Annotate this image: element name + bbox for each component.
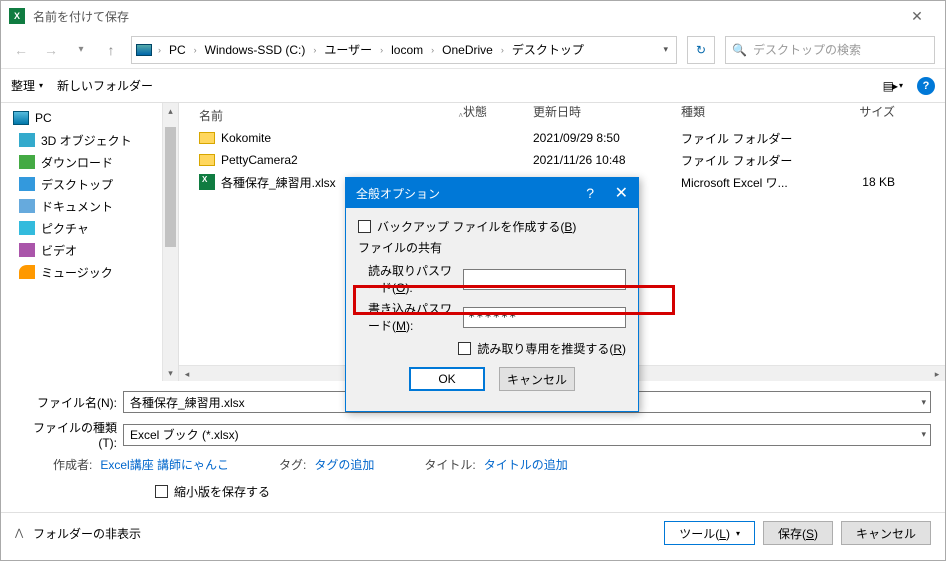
write-password-input[interactable] <box>463 307 626 328</box>
write-password-label: 書き込みパスワード(M): <box>368 300 457 334</box>
picture-icon <box>19 221 35 235</box>
forward-icon: → <box>41 42 61 58</box>
scroll-left-icon[interactable]: ◂ <box>179 366 195 381</box>
expand-icon[interactable]: ⋀ <box>15 528 27 539</box>
col-name[interactable]: 名前˄ <box>199 103 463 127</box>
checkbox-icon <box>458 342 471 355</box>
tree-documents[interactable]: ドキュメント <box>1 195 178 217</box>
cancel-button[interactable]: キャンセル <box>499 367 575 391</box>
pc-icon <box>136 44 152 56</box>
recent-icon[interactable]: ▾ <box>71 44 91 55</box>
document-icon <box>19 199 35 213</box>
search-placeholder: デスクトップの検索 <box>753 41 861 58</box>
chevron-down-icon[interactable]: ▾ <box>921 429 926 440</box>
tree-music[interactable]: ミュージック <box>1 261 178 283</box>
filename-label: ファイル名(N): <box>15 394 123 411</box>
new-folder-button[interactable]: 新しいフォルダー <box>57 77 153 94</box>
file-share-header: ファイルの共有 <box>358 239 626 256</box>
bc-2[interactable]: ユーザー <box>322 41 374 58</box>
file-row[interactable]: Kokomite 2021/09/29 8:50 ファイル フォルダー <box>179 127 945 149</box>
checkbox-icon <box>155 485 168 498</box>
chevron-down-icon[interactable]: ▾ <box>921 397 926 408</box>
folder-icon <box>199 132 215 144</box>
general-options-dialog: 全般オプション ? ✕ バックアップ ファイルを作成する(B) ファイルの共有 … <box>345 177 639 412</box>
download-icon <box>19 155 35 169</box>
read-password-label: 読み取りパスワード(O): <box>368 262 457 296</box>
col-status[interactable]: 状態 <box>463 103 533 127</box>
music-icon <box>19 265 35 279</box>
folder-tree: PC 3D オブジェクト ダウンロード デスクトップ ドキュメント ピクチャ ビ… <box>1 103 179 381</box>
col-size[interactable]: サイズ <box>825 103 905 127</box>
bc-4[interactable]: OneDrive <box>440 43 495 57</box>
bc-0[interactable]: PC <box>167 43 188 57</box>
back-icon[interactable]: ← <box>11 42 31 58</box>
excel-icon: X <box>9 8 25 24</box>
nav-bar: ← → ▾ ↑ › PC› Windows-SSD (C:)› ユーザー› lo… <box>1 31 945 69</box>
close-icon[interactable]: ✕ <box>897 1 937 31</box>
author-value[interactable]: Excel講座 講師にゃんこ <box>100 456 229 473</box>
breadcrumb[interactable]: › PC› Windows-SSD (C:)› ユーザー› locom› One… <box>131 36 677 64</box>
bc-1[interactable]: Windows-SSD (C:) <box>203 43 308 57</box>
title-value[interactable]: タイトルの追加 <box>484 456 568 473</box>
backup-checkbox[interactable]: バックアップ ファイルを作成する(B) <box>358 218 626 235</box>
scroll-right-icon[interactable]: ▸ <box>929 366 945 381</box>
bc-5[interactable]: デスクトップ <box>510 41 586 58</box>
chevron-down-icon[interactable]: ▾ <box>663 44 668 55</box>
dialog-title: 全般オプション <box>356 185 440 202</box>
col-type[interactable]: 種類 <box>681 103 825 127</box>
title-label: タイトル: <box>424 456 475 473</box>
tree-pictures[interactable]: ピクチャ <box>1 217 178 239</box>
help-icon[interactable]: ? <box>586 185 594 201</box>
organize-button[interactable]: 整理 ▾ <box>11 77 43 94</box>
tree-desktop[interactable]: デスクトップ <box>1 173 178 195</box>
tree-videos[interactable]: ビデオ <box>1 239 178 261</box>
up-icon[interactable]: ↑ <box>101 42 121 58</box>
scroll-up-icon[interactable]: ▴ <box>163 103 178 119</box>
file-row[interactable]: PettyCamera2 2021/11/26 10:48 ファイル フォルダー <box>179 149 945 171</box>
window-title: 名前を付けて保存 <box>33 8 129 25</box>
filetype-select[interactable]: Excel ブック (*.xlsx)▾ <box>123 424 931 446</box>
read-password-input[interactable] <box>463 269 626 290</box>
footer: ⋀ フォルダーの非表示 ツール(L) ▾ 保存(S) キャンセル <box>1 512 945 553</box>
ok-button[interactable]: OK <box>409 367 485 391</box>
column-headers: 名前˄ 状態 更新日時 種類 サイズ <box>179 103 945 127</box>
search-input[interactable]: 🔍 デスクトップの検索 <box>725 36 935 64</box>
close-icon[interactable]: ✕ <box>615 183 628 203</box>
view-mode-button[interactable]: ▤▸ ▾ <box>883 79 903 93</box>
titlebar: X 名前を付けて保存 ✕ <box>1 1 945 31</box>
scroll-down-icon[interactable]: ▾ <box>163 365 178 381</box>
desktop-icon <box>19 177 35 191</box>
dialog-title-bar: 全般オプション ? ✕ <box>346 178 638 208</box>
bc-3[interactable]: locom <box>389 43 425 57</box>
folder-icon <box>199 154 215 166</box>
save-button[interactable]: 保存(S) <box>763 521 833 545</box>
thumbnail-checkbox[interactable]: 縮小版を保存する <box>155 483 931 500</box>
author-label: 作成者: <box>53 456 92 473</box>
3d-icon <box>19 133 35 147</box>
tree-downloads[interactable]: ダウンロード <box>1 151 178 173</box>
tree-scrollbar[interactable]: ▴ ▾ <box>162 103 178 381</box>
hide-folders-button[interactable]: フォルダーの非表示 <box>33 525 141 542</box>
col-date[interactable]: 更新日時 <box>533 103 681 127</box>
cancel-button[interactable]: キャンセル <box>841 521 931 545</box>
filetype-label: ファイルの種類(T): <box>15 419 123 450</box>
tree-3d[interactable]: 3D オブジェクト <box>1 129 178 151</box>
tools-button[interactable]: ツール(L) ▾ <box>664 521 755 545</box>
tree-pc[interactable]: PC <box>1 107 178 129</box>
video-icon <box>19 243 35 257</box>
refresh-icon[interactable]: ↻ <box>687 36 715 64</box>
tag-value[interactable]: タグの追加 <box>314 456 374 473</box>
search-icon: 🔍 <box>732 43 747 57</box>
tag-label: タグ: <box>279 456 306 473</box>
toolbar: 整理 ▾ 新しいフォルダー ▤▸ ▾ ? <box>1 69 945 103</box>
readonly-recommend-checkbox[interactable]: 読み取り専用を推奨する(R) <box>358 340 626 357</box>
scroll-thumb[interactable] <box>165 127 176 247</box>
pc-icon <box>13 111 29 125</box>
checkbox-icon <box>358 220 371 233</box>
help-icon[interactable]: ? <box>917 77 935 95</box>
excel-file-icon <box>199 174 215 190</box>
